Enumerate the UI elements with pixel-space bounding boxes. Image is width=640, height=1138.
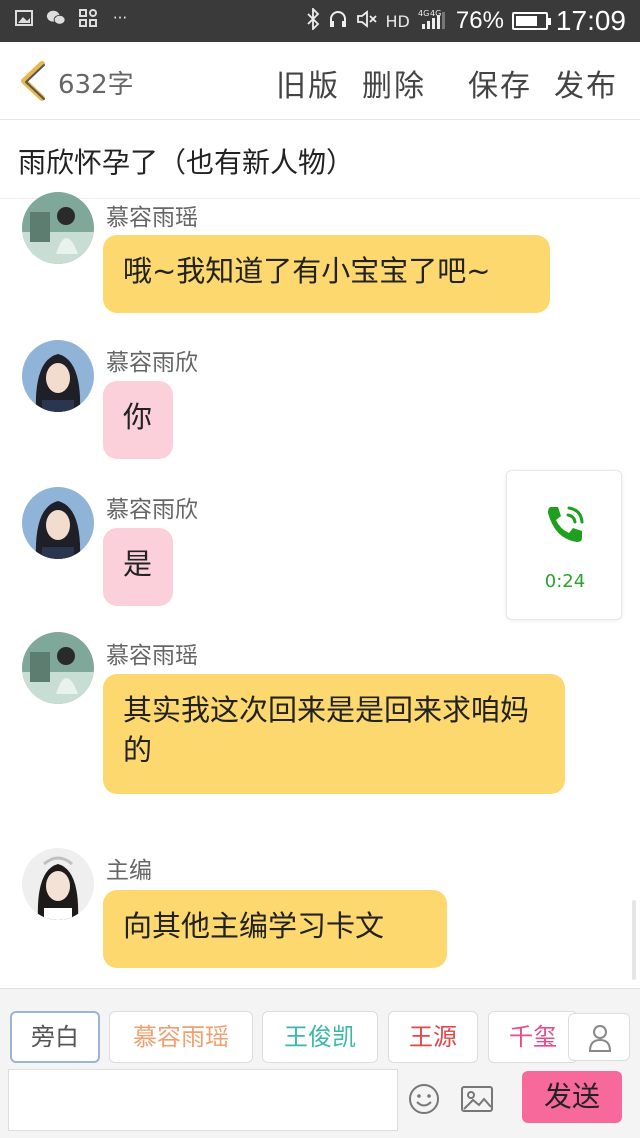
composer-bar: 旁白 慕容雨瑶 王俊凯 王源 千玺 发送 <box>0 988 640 1138</box>
status-bar: ··· HD 4G 4G 76% 17:09 <box>0 0 640 42</box>
delete-button[interactable]: 删除 <box>362 61 426 105</box>
avatar-editor[interactable] <box>22 848 94 920</box>
message-input[interactable] <box>8 1069 398 1131</box>
battery-icon <box>511 12 551 30</box>
message-bubble[interactable]: 向其他主编学习卡文 <box>103 890 447 968</box>
apps-icon <box>78 8 98 28</box>
character-selector: 旁白 慕容雨瑶 王俊凯 王源 千玺 <box>0 989 640 1065</box>
character-chip-wangjunkai[interactable]: 王俊凯 <box>262 1011 378 1063</box>
sender-name: 慕容雨欣 <box>106 350 198 376</box>
bluetooth-icon <box>306 6 320 34</box>
wechat-icon <box>46 8 66 28</box>
character-chip-narration[interactable]: 旁白 <box>10 1011 100 1063</box>
character-manage-button[interactable] <box>568 1013 630 1061</box>
clock: 17:09 <box>555 5 626 36</box>
character-chip-wangyuan[interactable]: 王源 <box>388 1011 478 1063</box>
phone-icon <box>541 501 589 549</box>
app-screen: ··· HD 4G 4G 76% 17:09 632字 旧版 删除 保存 发布 … <box>0 0 640 1138</box>
word-count: 632字 <box>58 70 134 100</box>
call-duration: 0:24 <box>544 571 586 592</box>
avatar-yuyao[interactable] <box>22 192 94 264</box>
sender-name: 慕容雨瑶 <box>106 643 198 669</box>
character-chip-qianxi[interactable]: 千玺 <box>488 1011 578 1063</box>
battery-level <box>515 16 538 26</box>
old-version-button[interactable]: 旧版 <box>276 61 340 105</box>
story-title-bar[interactable]: 雨欣怀孕了（也有新人物） <box>0 121 640 199</box>
headphones-icon <box>328 9 348 33</box>
hd-indicator: HD <box>385 11 410 31</box>
back-chevron-icon[interactable] <box>16 60 50 102</box>
image-icon[interactable] <box>460 1083 494 1115</box>
editor-header: 632字 旧版 删除 保存 发布 <box>0 42 640 120</box>
user-icon <box>588 1025 612 1052</box>
message-bubble[interactable]: 你 <box>103 381 173 459</box>
publish-button[interactable]: 发布 <box>554 61 618 105</box>
status-left-icons: ··· <box>14 8 130 28</box>
send-button[interactable]: 发送 <box>522 1071 622 1123</box>
mute-icon <box>356 9 378 33</box>
avatar-yuyao[interactable] <box>22 632 94 704</box>
svg-text:4G: 4G <box>418 9 429 18</box>
sender-name: 慕容雨瑶 <box>106 205 198 231</box>
battery-percent: 76% <box>455 7 504 34</box>
message-bubble[interactable]: 哦~我知道了有小宝宝了吧~ <box>103 235 550 313</box>
status-right-icons: HD 4G 4G 76% 17:09 <box>306 4 626 38</box>
sender-name: 慕容雨欣 <box>106 497 198 523</box>
story-title: 雨欣怀孕了（也有新人物） <box>18 146 355 179</box>
signal-icon: 4G 4G <box>418 8 448 34</box>
message-bubble[interactable]: 是 <box>103 528 173 606</box>
save-button[interactable]: 保存 <box>468 61 532 105</box>
avatar-yuxin[interactable] <box>22 487 94 559</box>
message-bubble[interactable]: 其实我这次回来是是回来求咱妈的 <box>103 674 565 794</box>
call-record-card[interactable]: 0:24 <box>506 470 622 620</box>
emoji-icon[interactable] <box>408 1083 440 1115</box>
character-chip-yuyao[interactable]: 慕容雨瑶 <box>109 1011 253 1063</box>
gallery-icon <box>14 8 34 28</box>
sender-name: 主编 <box>106 858 152 884</box>
more-notifications-icon: ··· <box>112 9 128 27</box>
avatar-yuxin[interactable] <box>22 340 94 412</box>
scrollbar[interactable] <box>632 900 636 980</box>
